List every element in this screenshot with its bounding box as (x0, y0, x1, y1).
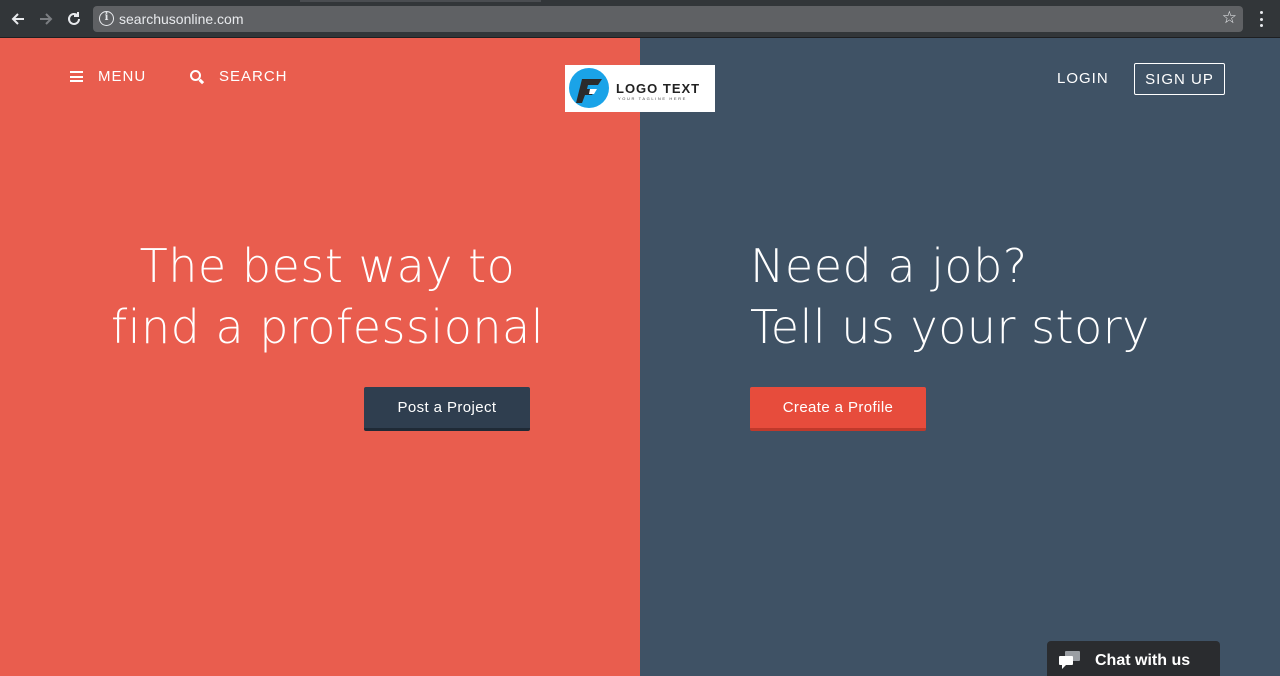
chat-label: Chat with us (1095, 652, 1191, 669)
reload-button[interactable] (63, 8, 85, 30)
logo-mark-icon (569, 68, 609, 108)
landing-page: MENU SEARCH LOGO TEXT YOUR TAGLINE HERE … (0, 38, 1280, 676)
reload-icon (68, 12, 80, 25)
chat-widget[interactable]: Chat with us (1047, 641, 1220, 676)
signup-button[interactable]: SIGN UP (1134, 63, 1225, 95)
star-icon[interactable]: ☆ (1222, 8, 1237, 28)
forward-button[interactable] (35, 8, 57, 30)
create-profile-button[interactable]: Create a Profile (750, 387, 926, 431)
info-icon[interactable]: i (99, 11, 114, 26)
site-logo[interactable]: LOGO TEXT YOUR TAGLINE HERE (565, 65, 715, 112)
menu-label: MENU (98, 68, 147, 85)
browser-toolbar: i searchusonline.com ☆ (0, 0, 1280, 38)
kebab-menu-icon[interactable] (1255, 9, 1267, 29)
logo-text: LOGO TEXT (616, 81, 701, 96)
menu-link[interactable]: MENU (70, 68, 146, 85)
hire-headline-line2: find a professional (111, 300, 544, 354)
address-bar[interactable]: i searchusonline.com ☆ (93, 6, 1243, 32)
hire-headline: The best way to find a professional (0, 236, 655, 358)
arrow-left-icon (11, 13, 24, 25)
job-headline: Need a job? Tell us your story (750, 236, 1250, 358)
login-link[interactable]: LOGIN (1057, 70, 1109, 87)
search-icon (190, 69, 205, 84)
arrow-right-icon (40, 13, 53, 25)
search-link[interactable]: SEARCH (190, 68, 288, 85)
post-project-button[interactable]: Post a Project (364, 387, 530, 431)
job-headline-line2: Tell us your story (750, 300, 1150, 354)
back-button[interactable] (7, 8, 29, 30)
search-label: SEARCH (219, 68, 288, 85)
logo-tagline: YOUR TAGLINE HERE (618, 96, 687, 101)
url-text[interactable]: searchusonline.com (119, 11, 244, 27)
chat-bubbles-icon (1059, 651, 1080, 669)
tab-strip (300, 0, 541, 2)
hamburger-icon (70, 71, 83, 82)
job-headline-line1: Need a job? (750, 239, 1028, 293)
hire-headline-line1: The best way to (139, 239, 516, 293)
